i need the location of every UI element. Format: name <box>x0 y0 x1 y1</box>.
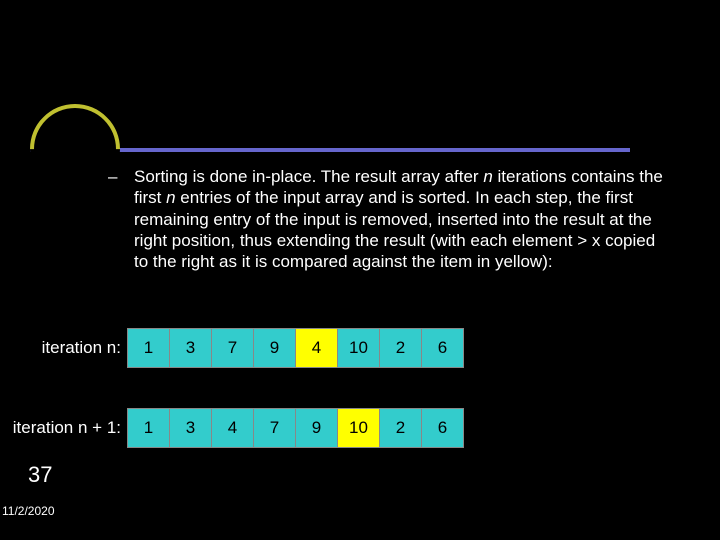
array-cell: 2 <box>379 328 421 368</box>
array-cell: 1 <box>127 408 169 448</box>
slide-number: 37 <box>28 462 52 488</box>
array-cell: 1 <box>127 328 169 368</box>
array-cells: 134791026 <box>127 408 464 448</box>
array-cell: 4 <box>295 328 337 368</box>
text-part: entries of the input array and is sorted… <box>134 188 655 271</box>
header-circle <box>11 85 138 212</box>
array-cell: 6 <box>421 328 463 368</box>
array-cell: 9 <box>253 328 295 368</box>
array-cell: 7 <box>253 408 295 448</box>
var-n: n <box>166 188 175 207</box>
date: 11/2/2020 <box>2 504 55 518</box>
array-cell: 9 <box>295 408 337 448</box>
array-cell: 3 <box>169 328 211 368</box>
array-cell: 10 <box>337 408 379 448</box>
array-cell: 4 <box>211 408 253 448</box>
row-label: iteration n: <box>36 338 121 358</box>
array-cell: 2 <box>379 408 421 448</box>
array-cell: 7 <box>211 328 253 368</box>
text-part: Sorting is done in-place. The result arr… <box>134 167 483 186</box>
bullet-dash: – <box>108 167 117 187</box>
array-cell: 10 <box>337 328 379 368</box>
array-cell: 6 <box>421 408 463 448</box>
row-label: iteration n + 1: <box>10 418 121 438</box>
iteration-row-n: iteration n: 137941026 <box>36 328 464 368</box>
main-paragraph: Sorting is done in-place. The result arr… <box>134 166 674 272</box>
iteration-row-n-plus-1: iteration n + 1: 134791026 <box>10 408 464 448</box>
var-n: n <box>483 167 492 186</box>
array-cells: 137941026 <box>127 328 464 368</box>
array-cell: 3 <box>169 408 211 448</box>
